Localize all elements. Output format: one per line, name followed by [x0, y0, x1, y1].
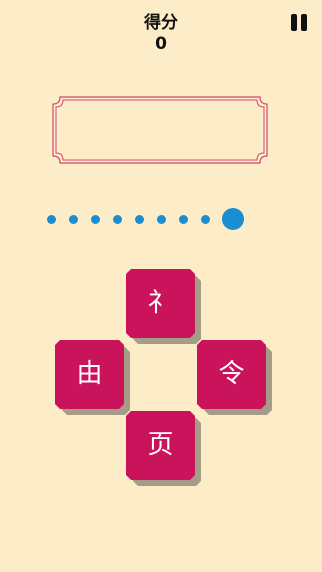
tile-right-glyph: 令	[218, 359, 245, 389]
progress-dot	[134, 214, 144, 224]
tile-right[interactable]: 令	[197, 340, 266, 409]
progress-dot	[178, 214, 188, 224]
progress-dot	[68, 214, 78, 224]
progress-dot	[156, 214, 166, 224]
progress-dot	[46, 214, 56, 224]
pause-button[interactable]	[290, 13, 310, 33]
progress-dot-active	[222, 208, 244, 230]
score-value: 0	[155, 34, 167, 54]
tile-top-glyph: 礻	[147, 288, 174, 318]
tile-bottom-glyph: 页	[147, 430, 174, 460]
progress-dot	[90, 214, 100, 224]
tile-bottom[interactable]: 页	[126, 411, 195, 480]
tile-left-glyph: 由	[76, 359, 103, 389]
answer-box	[52, 96, 268, 164]
progress-dot	[200, 214, 210, 224]
pause-icon-bar	[301, 14, 307, 31]
tile-top[interactable]: 礻	[126, 269, 195, 338]
progress-dot	[112, 214, 122, 224]
score-label: 得分	[144, 13, 178, 33]
pause-icon	[291, 14, 297, 31]
tile-left[interactable]: 由	[55, 340, 124, 409]
